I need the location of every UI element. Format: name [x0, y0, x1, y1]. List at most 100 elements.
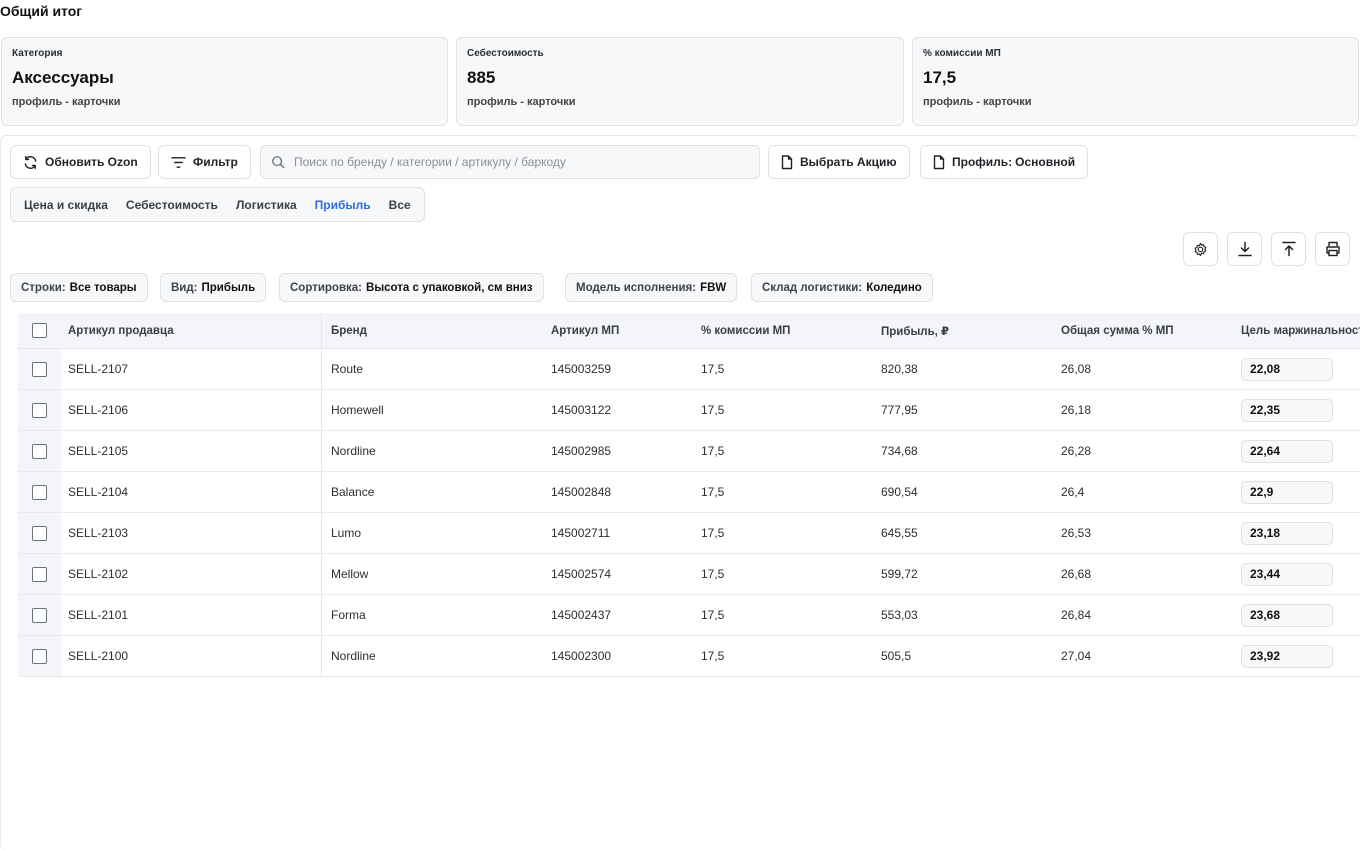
chip-sort[interactable]: Сортировка: Высота с упаковкой, см вниз: [279, 273, 544, 302]
cell-seller-article: SELL-2103: [68, 526, 129, 540]
column-divider: [321, 513, 322, 553]
table-row: SELL-2100 Nordline 145002300 17,5 505,5 …: [18, 636, 1360, 677]
search-field[interactable]: [260, 145, 760, 179]
header-total-mp-percent[interactable]: Общая сумма % МП: [1061, 313, 1174, 348]
cell-total-mp-percent: 26,28: [1061, 444, 1092, 458]
row-checkbox[interactable]: [32, 402, 47, 418]
upload-icon: [1281, 241, 1296, 257]
header-brand[interactable]: Бренд: [331, 313, 367, 348]
cell-profit: 599,72: [881, 567, 918, 581]
row-check-cell: [18, 390, 61, 430]
cell-seller-article: SELL-2107: [68, 362, 129, 376]
cell-mp-article: 145003122: [551, 403, 612, 417]
header-mp-article[interactable]: Артикул МП: [551, 313, 619, 348]
chip-rows[interactable]: Строки: Все товары: [10, 273, 148, 302]
table-row: SELL-2107 Route 145003259 17,5 820,38 26…: [18, 349, 1360, 390]
print-button[interactable]: [1315, 232, 1350, 266]
cell-brand: Lumo: [331, 526, 362, 540]
header-commission[interactable]: % комиссии МП: [701, 313, 790, 348]
cell-mp-article: 145002574: [551, 567, 612, 581]
filter-icon: [171, 156, 186, 168]
row-check-cell: [18, 636, 61, 676]
profile-value: Основной: [1015, 155, 1076, 169]
cell-commission: 17,5: [701, 567, 725, 581]
search-input[interactable]: [294, 155, 734, 169]
view-tabs: Цена и скидка Себестоимость Логистика Пр…: [10, 187, 425, 222]
select-promo-button[interactable]: Выбрать Акцию: [768, 145, 910, 179]
table-header: Артикул продавца Бренд Артикул МП % коми…: [18, 313, 1360, 349]
table-row: SELL-2105 Nordline 145002985 17,5 734,68…: [18, 431, 1360, 472]
row-checkbox[interactable]: [32, 648, 47, 664]
header-profit[interactable]: Прибыль, ₽: [881, 313, 949, 348]
header-seller-article[interactable]: Артикул продавца: [68, 313, 321, 348]
target-margin-input[interactable]: 23,92: [1241, 644, 1333, 668]
cell-target-margin: 22,08: [1241, 349, 1360, 389]
cell-target-margin: 22,64: [1241, 431, 1360, 471]
row-check-cell: [18, 431, 61, 471]
target-margin-input[interactable]: 23,18: [1241, 521, 1333, 545]
cell-total-mp-percent: 26,84: [1061, 608, 1092, 622]
filter-button[interactable]: Фильтр: [158, 145, 251, 179]
cell-commission: 17,5: [701, 362, 725, 376]
cell-commission: 17,5: [701, 403, 725, 417]
column-divider: [321, 349, 322, 389]
cell-brand: Nordline: [331, 444, 376, 458]
upload-button[interactable]: [1271, 232, 1306, 266]
download-button[interactable]: [1227, 232, 1262, 266]
target-margin-input[interactable]: 22,08: [1241, 357, 1333, 381]
header-target-margin[interactable]: Цель маржинальности: [1241, 313, 1360, 348]
cell-profit: 777,95: [881, 403, 918, 417]
column-divider: [321, 554, 322, 594]
summary-cards: Категория Аксессуары профиль - карточки …: [1, 37, 1359, 126]
tab-all[interactable]: Все: [380, 198, 420, 212]
cell-commission: 17,5: [701, 526, 725, 540]
row-checkbox[interactable]: [32, 484, 47, 500]
chip-key: Сортировка:: [290, 281, 363, 294]
profile-button[interactable]: Профиль: Основной: [920, 145, 1089, 179]
select-promo-label: Выбрать Акцию: [800, 155, 897, 169]
cell-total-mp-percent: 26,53: [1061, 526, 1092, 540]
target-margin-input[interactable]: 22,35: [1241, 398, 1333, 422]
cell-profit: 690,54: [881, 485, 918, 499]
select-all-checkbox[interactable]: [32, 323, 47, 338]
row-checkbox[interactable]: [32, 525, 47, 541]
tab-cost[interactable]: Себестоимость: [117, 198, 227, 212]
chip-fulfillment-model[interactable]: Модель исполнения: FBW: [565, 273, 738, 302]
cell-total-mp-percent: 27,04: [1061, 649, 1092, 663]
column-divider: [321, 431, 322, 471]
settings-button[interactable]: [1183, 232, 1218, 266]
column-divider: [321, 313, 322, 348]
card-value: 885: [467, 68, 496, 87]
row-checkbox[interactable]: [32, 566, 47, 582]
row-checkbox[interactable]: [32, 443, 47, 459]
cell-profit: 553,03: [881, 608, 918, 622]
chip-key: Строки:: [21, 281, 66, 294]
cell-target-margin: 22,35: [1241, 390, 1360, 430]
page-title: Общий итог: [0, 3, 83, 19]
target-margin-input[interactable]: 22,64: [1241, 439, 1333, 463]
tab-profit[interactable]: Прибыль: [306, 198, 380, 212]
printer-icon: [1325, 241, 1340, 257]
cell-commission: 17,5: [701, 444, 725, 458]
document-icon: [781, 154, 793, 169]
tab-logistics[interactable]: Логистика: [227, 198, 306, 212]
cell-profit: 505,5: [881, 649, 912, 663]
column-divider: [321, 636, 322, 676]
row-checkbox[interactable]: [32, 361, 47, 377]
table-row: SELL-2101 Forma 145002437 17,5 553,03 26…: [18, 595, 1360, 636]
card-value: 17,5: [923, 68, 957, 87]
cell-target-margin: 23,44: [1241, 554, 1360, 594]
refresh-ozon-button[interactable]: Обновить Ozon: [10, 145, 151, 179]
chip-view[interactable]: Вид: Прибыль: [160, 273, 267, 302]
target-margin-input[interactable]: 22,9: [1241, 480, 1333, 504]
target-margin-input[interactable]: 23,68: [1241, 603, 1333, 627]
summary-card-category: Категория Аксессуары профиль - карточки: [1, 37, 448, 126]
row-checkbox[interactable]: [32, 607, 47, 623]
tab-price-discount[interactable]: Цена и скидка: [15, 198, 117, 212]
chip-warehouse[interactable]: Склад логистики: Коледино: [751, 273, 933, 302]
summary-card-commission: % комиссии МП 17,5 профиль - карточки: [912, 37, 1359, 126]
card-subtitle: профиль - карточки: [923, 96, 1032, 108]
cell-seller-article: SELL-2102: [68, 567, 129, 581]
chip-value: Все товары: [69, 281, 137, 294]
target-margin-input[interactable]: 23,44: [1241, 562, 1333, 586]
